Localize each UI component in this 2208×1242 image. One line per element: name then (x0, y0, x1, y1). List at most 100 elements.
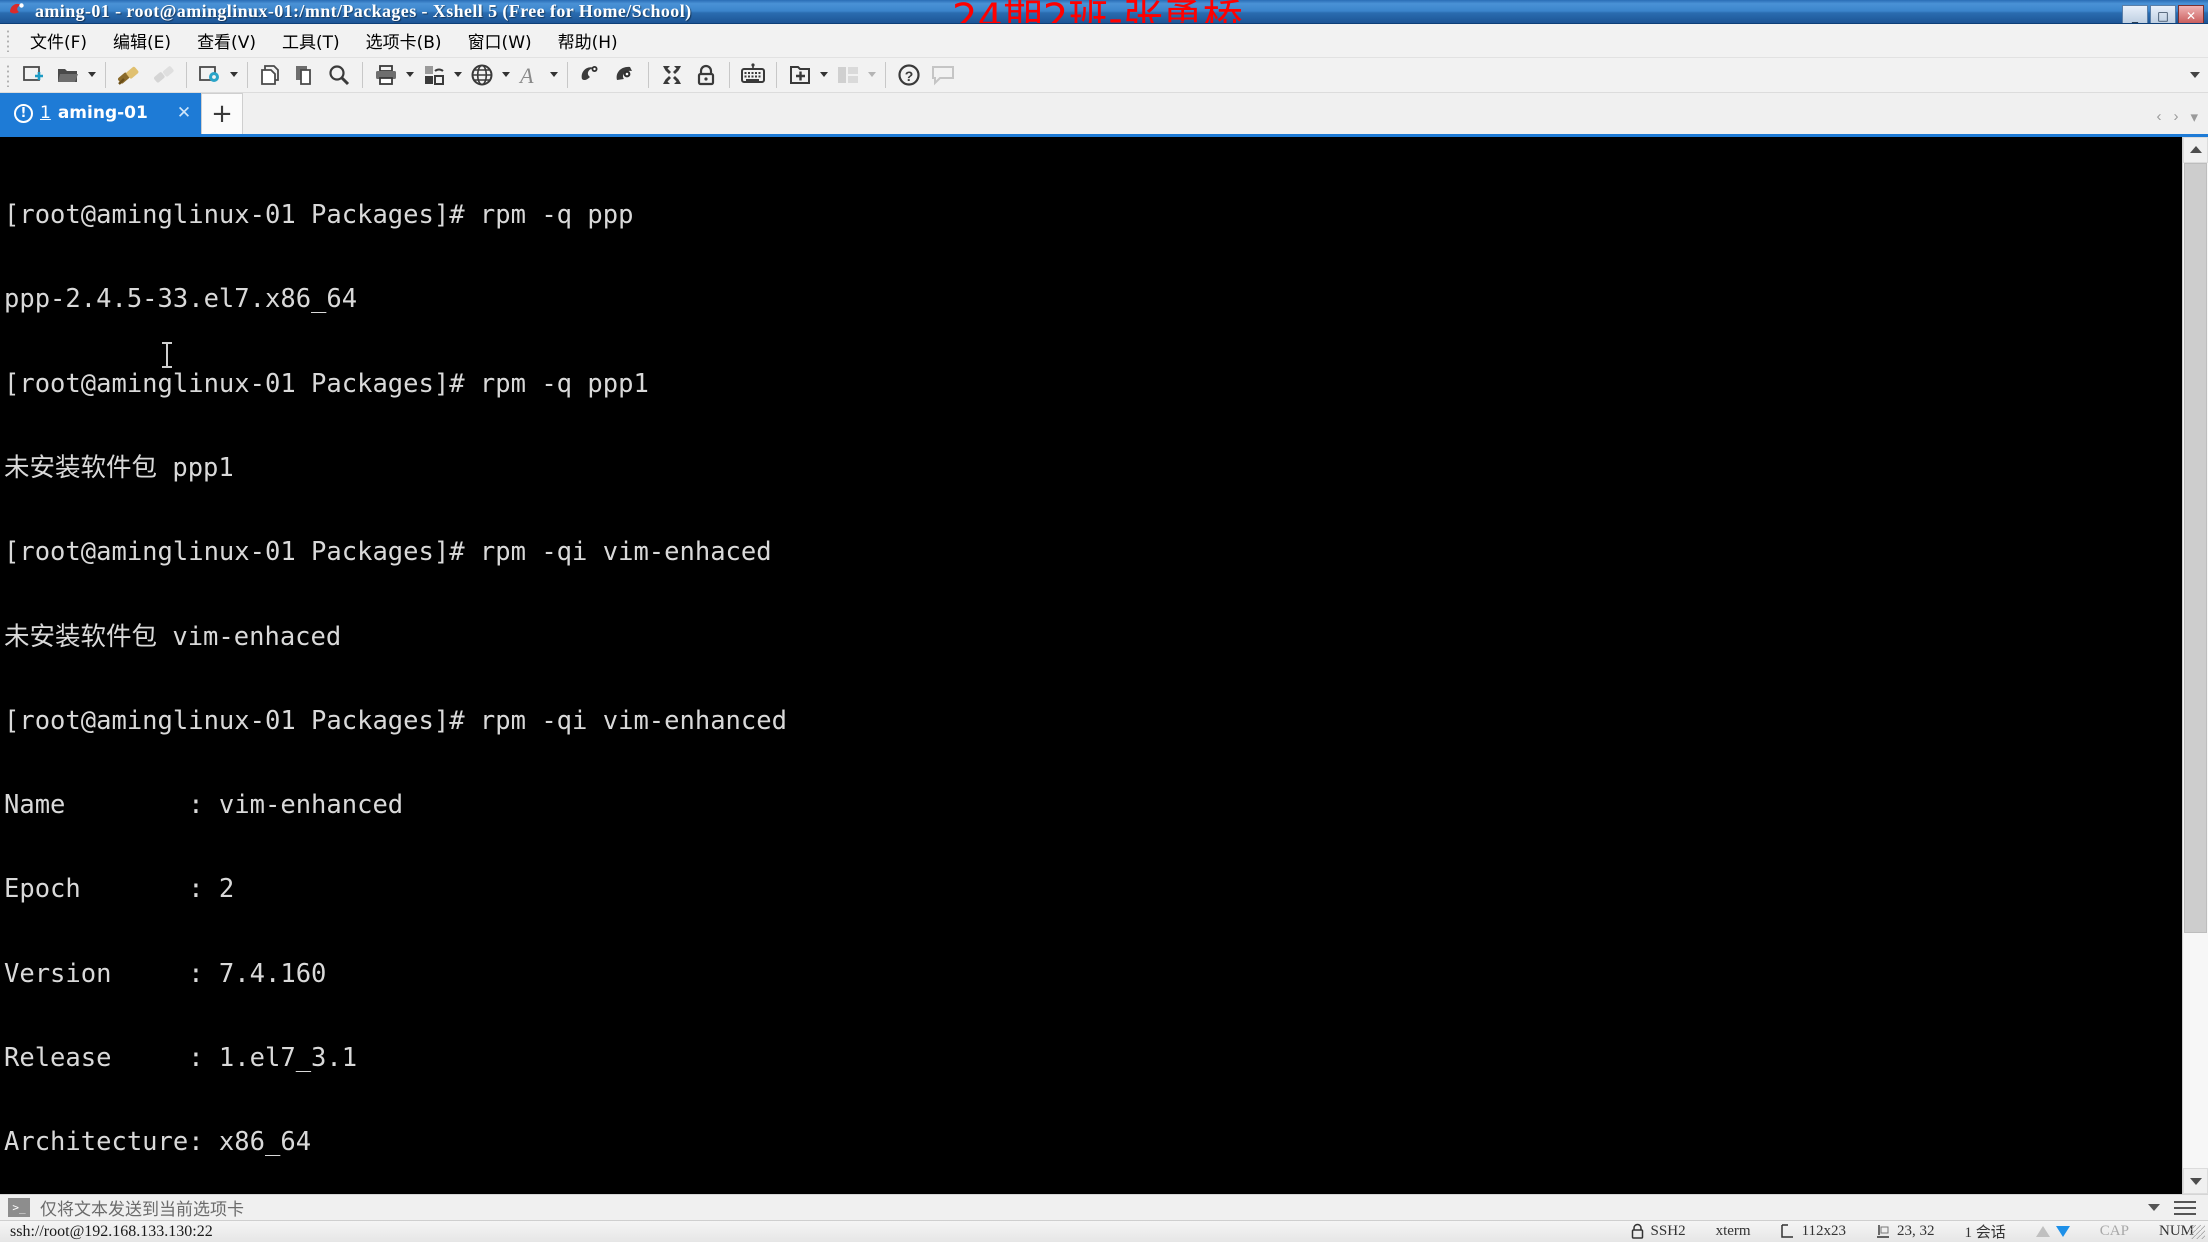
tab-close-icon[interactable]: ✕ (155, 103, 191, 123)
terminal-line: [root@aminglinux-01 Packages]# rpm -q pp… (4, 368, 649, 399)
help-icon[interactable]: ? (892, 58, 926, 92)
status-caps-lock: CAP (2099, 1223, 2129, 1239)
menu-tools[interactable]: 工具(T) (269, 23, 353, 58)
window-resize-grip[interactable] (2191, 1225, 2205, 1239)
status-num-lock: NUM (2158, 1223, 2194, 1239)
chat-icon[interactable] (926, 58, 960, 92)
terminal-line: [root@aminglinux-01 Packages]# rpm -q pp… (4, 200, 634, 231)
xftp-icon[interactable] (574, 58, 608, 92)
overlay-annotation: 24期2班-张勇桥 (952, 0, 1243, 24)
session-properties-dropdown-icon[interactable] (227, 58, 241, 92)
terminal-line: [root@aminglinux-01 Packages]# rpm -qi v… (4, 537, 772, 568)
status-terminal-type-label: xterm (1715, 1223, 1751, 1239)
add-folder-dropdown-icon[interactable] (817, 58, 831, 92)
terminal-line: ppp-2.4.5-33.el7.x86_64 (4, 284, 358, 315)
globe-icon[interactable] (465, 58, 499, 92)
status-size-label: 112x23 (1801, 1223, 1847, 1239)
menu-window[interactable]: 窗口(W) (455, 23, 545, 58)
status-bar: ssh://root@192.168.133.130:22 SSH2 xterm… (0, 1220, 2208, 1242)
tab-prev-icon[interactable]: ‹ (2156, 108, 2161, 125)
terminal-line: 未安装软件包 vim-enhaced (4, 621, 342, 652)
copy-icon[interactable] (254, 58, 288, 92)
layout-dropdown-icon[interactable] (865, 58, 879, 92)
globe-dropdown-icon[interactable] (499, 58, 513, 92)
scrollbar-track[interactable] (2183, 162, 2208, 1168)
add-folder-icon[interactable] (783, 58, 817, 92)
app-icon (7, 0, 29, 22)
send-menu-icon[interactable] (2174, 1197, 2196, 1219)
download-arrow-icon (2055, 1226, 2070, 1237)
menu-edit[interactable]: 编辑(E) (100, 23, 184, 58)
terminal-line: Release : 1.el7_3.1 (4, 1042, 358, 1073)
send-text-bar[interactable]: >_ 仅将文本发送到当前选项卡 (0, 1194, 2208, 1220)
command-prompt-icon: >_ (8, 1198, 30, 1217)
xshell-window: aming-01 - root@aminglinux-01:/mnt/Packa… (0, 0, 2208, 1242)
tab-aming-01[interactable]: ! 1 aming-01 ✕ (0, 92, 202, 134)
toolbar-separator (186, 61, 187, 88)
paste-icon[interactable] (288, 58, 322, 92)
session-properties-icon[interactable] (193, 58, 227, 92)
font-dropdown-icon[interactable] (547, 58, 561, 92)
terminal-line: [root@aminglinux-01 Packages]# rpm -qi v… (4, 705, 787, 736)
toolbar-overflow-icon[interactable] (2190, 71, 2200, 78)
terminal-scrollbar[interactable] (2182, 136, 2208, 1194)
terminal-line: 未安装软件包 ppp1 (4, 452, 234, 483)
scroll-down-button[interactable] (2183, 1168, 2208, 1194)
disconnect-plug-icon[interactable] (146, 58, 180, 92)
warning-icon: ! (14, 103, 33, 123)
toolbar-separator (885, 61, 886, 88)
status-sessions: 1 会话 (1965, 1221, 2006, 1242)
window-title: aming-01 - root@aminglinux-01:/mnt/Packa… (35, 0, 692, 21)
lock-icon[interactable] (689, 58, 723, 92)
xagent-icon[interactable] (608, 58, 642, 92)
toolbar-separator (567, 61, 568, 88)
chevron-up-icon (2189, 146, 2202, 154)
keyboard-icon[interactable] (736, 58, 770, 92)
menu-view[interactable]: 查看(V) (184, 23, 269, 58)
tab-bar: ! 1 aming-01 ✕ + ‹ › ▾ (0, 92, 2208, 137)
status-sessions-label: 1 会话 (1964, 1225, 2006, 1241)
terminal-area: [root@aminglinux-01 Packages]# rpm -q pp… (0, 136, 2208, 1194)
scrollbar-thumb[interactable] (2184, 162, 2207, 933)
menu-help[interactable]: 帮助(H) (545, 23, 631, 58)
status-traffic (2035, 1226, 2070, 1237)
new-session-icon[interactable] (17, 58, 51, 92)
tab-label: aming-01 (57, 103, 148, 124)
terminal-output[interactable]: [root@aminglinux-01 Packages]# rpm -q pp… (0, 136, 2182, 1194)
terminal-line: Epoch : 2 (4, 874, 235, 905)
font-icon[interactable]: A (513, 58, 547, 92)
status-protocol: SSH2 (1630, 1223, 1686, 1240)
status-cursor: 23, 32 (1876, 1223, 1935, 1240)
lock-icon (1631, 1223, 1643, 1239)
toolbar-separator (729, 61, 730, 88)
new-tab-button[interactable]: + (201, 92, 244, 134)
find-icon[interactable] (322, 58, 356, 92)
svg-text:?: ? (905, 68, 914, 84)
print-dropdown-icon[interactable] (403, 58, 417, 92)
transfer-icon[interactable] (417, 58, 451, 92)
open-folder-icon[interactable] (51, 58, 85, 92)
close-button[interactable]: ✕ (2178, 5, 2204, 23)
status-cursor-label: 23, 32 (1897, 1223, 1935, 1239)
fullscreen-icon[interactable] (655, 58, 689, 92)
tab-list-icon[interactable]: ▾ (2190, 108, 2198, 126)
maximize-button[interactable]: □ (2150, 5, 2176, 23)
terminal-line: Architecture: x86_64 (4, 1127, 312, 1158)
print-icon[interactable] (369, 58, 403, 92)
layout-icon[interactable] (831, 58, 865, 92)
toolbar: A ? (0, 57, 2208, 93)
transfer-dropdown-icon[interactable] (451, 58, 465, 92)
menu-file[interactable]: 文件(F) (17, 23, 100, 58)
open-folder-dropdown-icon[interactable] (85, 58, 99, 92)
minimize-button[interactable]: _ (2122, 5, 2148, 23)
toolbar-grip[interactable] (4, 62, 13, 87)
connect-plug-icon[interactable] (112, 58, 146, 92)
send-text-label: 仅将文本发送到当前选项卡 (40, 1200, 244, 1220)
status-protocol-label: SSH2 (1650, 1223, 1686, 1239)
menubar-grip[interactable] (4, 28, 13, 53)
send-options-dropdown-icon[interactable] (2148, 1204, 2160, 1211)
menu-tabs[interactable]: 选项卡(B) (353, 23, 455, 58)
resize-icon (1780, 1224, 1793, 1238)
scroll-up-button[interactable] (2183, 136, 2208, 163)
tab-next-icon[interactable]: › (2173, 108, 2178, 125)
